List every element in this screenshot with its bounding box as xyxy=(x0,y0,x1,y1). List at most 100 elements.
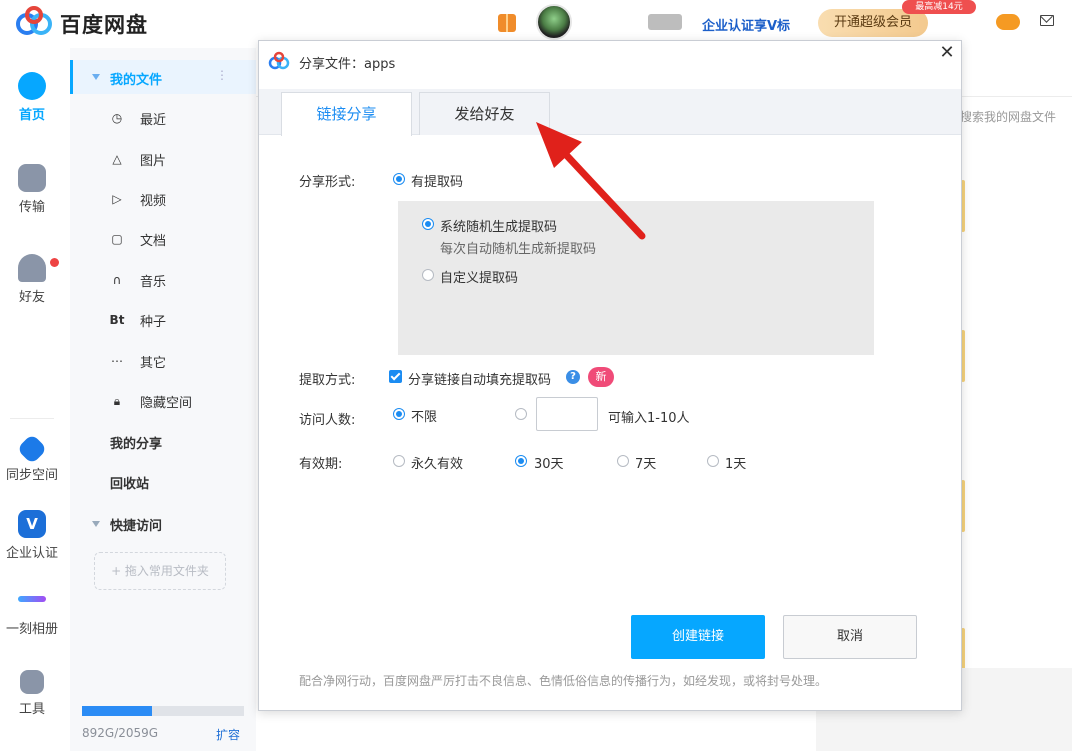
lock-icon: 🔒︎ xyxy=(113,394,121,408)
custom-code-label: 自定义提取码 xyxy=(440,271,519,286)
sidebar-item-docs[interactable]: ▢ 文档 xyxy=(70,221,256,257)
rail-item-sync-space[interactable]: 同步空间 xyxy=(0,433,64,483)
30-days-label: 30天 xyxy=(534,457,564,472)
sidebar-item-recycle-bin[interactable]: 回收站 xyxy=(70,464,256,500)
gift-icon[interactable] xyxy=(498,14,516,32)
visitor-count-hint: 可输入1-10人 xyxy=(608,411,690,426)
enterprise-verify-link[interactable]: 企业认证享V标 xyxy=(702,15,790,34)
autofill-code-label: 分享链接自动填充提取码 xyxy=(408,373,552,388)
tab-link-share[interactable]: 链接分享 xyxy=(281,92,412,136)
bt-icon: Bt xyxy=(109,313,125,327)
sidebar-item-label: 回收站 xyxy=(110,477,150,492)
1-day-label: 1天 xyxy=(725,457,747,472)
sidebar-item-music[interactable]: ∩ 音乐 xyxy=(70,262,256,298)
cancel-button[interactable]: 取消 xyxy=(783,615,917,659)
sidebar-item-label: 其它 xyxy=(140,356,167,371)
chevron-down-icon xyxy=(92,521,100,527)
rail-item-tools[interactable]: 工具 xyxy=(0,670,64,717)
rail-label: 同步空间 xyxy=(5,468,58,483)
rail-label: 传输 xyxy=(18,200,45,215)
rail-item-home[interactable]: 首页 xyxy=(0,72,64,123)
option-with-code-label: 有提取码 xyxy=(411,175,464,190)
sync-space-icon xyxy=(16,433,48,465)
drop-folder-zone[interactable]: + 拖入常用文件夹 xyxy=(94,552,226,590)
rail-divider xyxy=(10,418,54,419)
sidebar-item-hidden-space[interactable]: 🔒︎ 隐藏空间 xyxy=(70,383,256,419)
radio-permanent[interactable] xyxy=(393,455,405,467)
sidebar-item-label: 我的文件 xyxy=(110,73,163,88)
rail-label: 好友 xyxy=(18,290,45,305)
create-link-button[interactable]: 创建链接 xyxy=(631,615,765,659)
sidebar: 我的文件 ⋮ ◷ 最近 △ 图片 ▷ 视频 ▢ 文档 ∩ 音乐 Bt 种子 ⋯ … xyxy=(70,48,256,751)
sidebar-item-others[interactable]: ⋯ 其它 xyxy=(70,343,256,379)
policy-notice: 配合净网行动，百度网盘严厉打击不良信息、色情低俗信息的传播行为，如经发现，或将封… xyxy=(299,674,828,688)
radio-random-code[interactable] xyxy=(422,218,434,230)
vip-level-icon[interactable] xyxy=(648,14,682,30)
enterprise-v-icon: V xyxy=(18,510,46,538)
sidebar-item-videos[interactable]: ▷ 视频 xyxy=(70,181,256,217)
radio-30-days[interactable] xyxy=(515,455,527,467)
visitor-count-input[interactable] xyxy=(536,397,598,431)
friends-icon xyxy=(18,254,46,282)
storage-bar xyxy=(82,706,244,716)
unlimited-label: 不限 xyxy=(411,410,438,425)
document-icon: ▢ xyxy=(111,232,123,246)
permanent-label: 永久有效 xyxy=(411,457,464,472)
sidebar-item-torrents[interactable]: Bt 种子 xyxy=(70,302,256,338)
sidebar-item-label: 我的分享 xyxy=(110,437,163,452)
storage-bar-fill xyxy=(82,706,153,716)
radio-unlimited[interactable] xyxy=(393,408,405,420)
more-icon: ⋯ xyxy=(111,354,123,368)
dialog-title: 分享文件：apps xyxy=(299,57,396,72)
gamepad-icon[interactable] xyxy=(996,14,1020,30)
rail-label: 工具 xyxy=(18,702,45,717)
rail-label: 企业认证 xyxy=(5,546,58,561)
sidebar-item-label: 最近 xyxy=(140,113,167,128)
app-name: 百度网盘 xyxy=(60,13,148,37)
extract-method-label: 提取方式: xyxy=(299,373,356,388)
tools-icon xyxy=(20,670,44,694)
rail-item-album[interactable]: 一刻相册 xyxy=(0,586,64,637)
sidebar-item-recent[interactable]: ◷ 最近 xyxy=(70,100,256,136)
unread-dot xyxy=(50,258,59,267)
sidebar-my-files[interactable]: 我的文件 ⋮ xyxy=(70,60,256,94)
rail-label: 一刻相册 xyxy=(5,622,58,637)
search-input[interactable]: 搜索我的网盘文件 xyxy=(960,108,1056,125)
radio-7-days[interactable] xyxy=(617,455,629,467)
avatar[interactable] xyxy=(536,4,572,40)
radio-custom-code[interactable] xyxy=(422,269,434,281)
sidebar-item-label: 文档 xyxy=(140,234,167,249)
rail-item-transfer[interactable]: 传输 xyxy=(0,164,64,215)
annotation-arrow-icon xyxy=(536,122,646,240)
headphone-icon: ∩ xyxy=(112,273,122,287)
cloud-home-icon xyxy=(18,72,46,100)
sidebar-item-my-share[interactable]: 我的分享 xyxy=(70,424,256,460)
sidebar-item-label: 视频 xyxy=(140,194,167,209)
rail-item-friends[interactable]: 好友 xyxy=(0,254,64,305)
expand-storage-link[interactable]: 扩容 xyxy=(216,726,240,743)
radio-1-day[interactable] xyxy=(707,455,719,467)
close-icon[interactable]: ✕ xyxy=(935,41,959,65)
autofill-code-checkbox[interactable] xyxy=(389,370,402,383)
storage-usage: 892G/2059G xyxy=(82,726,159,740)
rail-label: 首页 xyxy=(18,108,45,123)
radio-limited[interactable] xyxy=(515,408,527,420)
share-form-label: 分享形式: xyxy=(299,175,356,190)
sidebar-item-label: 快捷访问 xyxy=(110,519,163,534)
album-icon xyxy=(18,596,46,602)
help-icon[interactable]: ? xyxy=(566,370,580,384)
new-badge: 新 xyxy=(588,367,614,387)
baidu-netdisk-logo-icon xyxy=(268,51,290,70)
mail-icon[interactable] xyxy=(1040,15,1054,26)
image-icon: △ xyxy=(112,152,122,166)
sidebar-item-label: 隐藏空间 xyxy=(140,396,193,411)
sidebar-item-images[interactable]: △ 图片 xyxy=(70,141,256,177)
radio-with-code[interactable] xyxy=(393,173,405,185)
play-icon: ▷ xyxy=(112,192,122,206)
visitors-label: 访问人数: xyxy=(299,413,356,428)
chevron-down-icon xyxy=(92,74,100,80)
rail-item-enterprise[interactable]: V 企业认证 xyxy=(0,510,64,561)
clock-icon: ◷ xyxy=(111,111,123,125)
more-options-icon[interactable]: ⋮ xyxy=(216,68,228,82)
sidebar-quick-access[interactable]: 快捷访问 xyxy=(70,506,256,542)
